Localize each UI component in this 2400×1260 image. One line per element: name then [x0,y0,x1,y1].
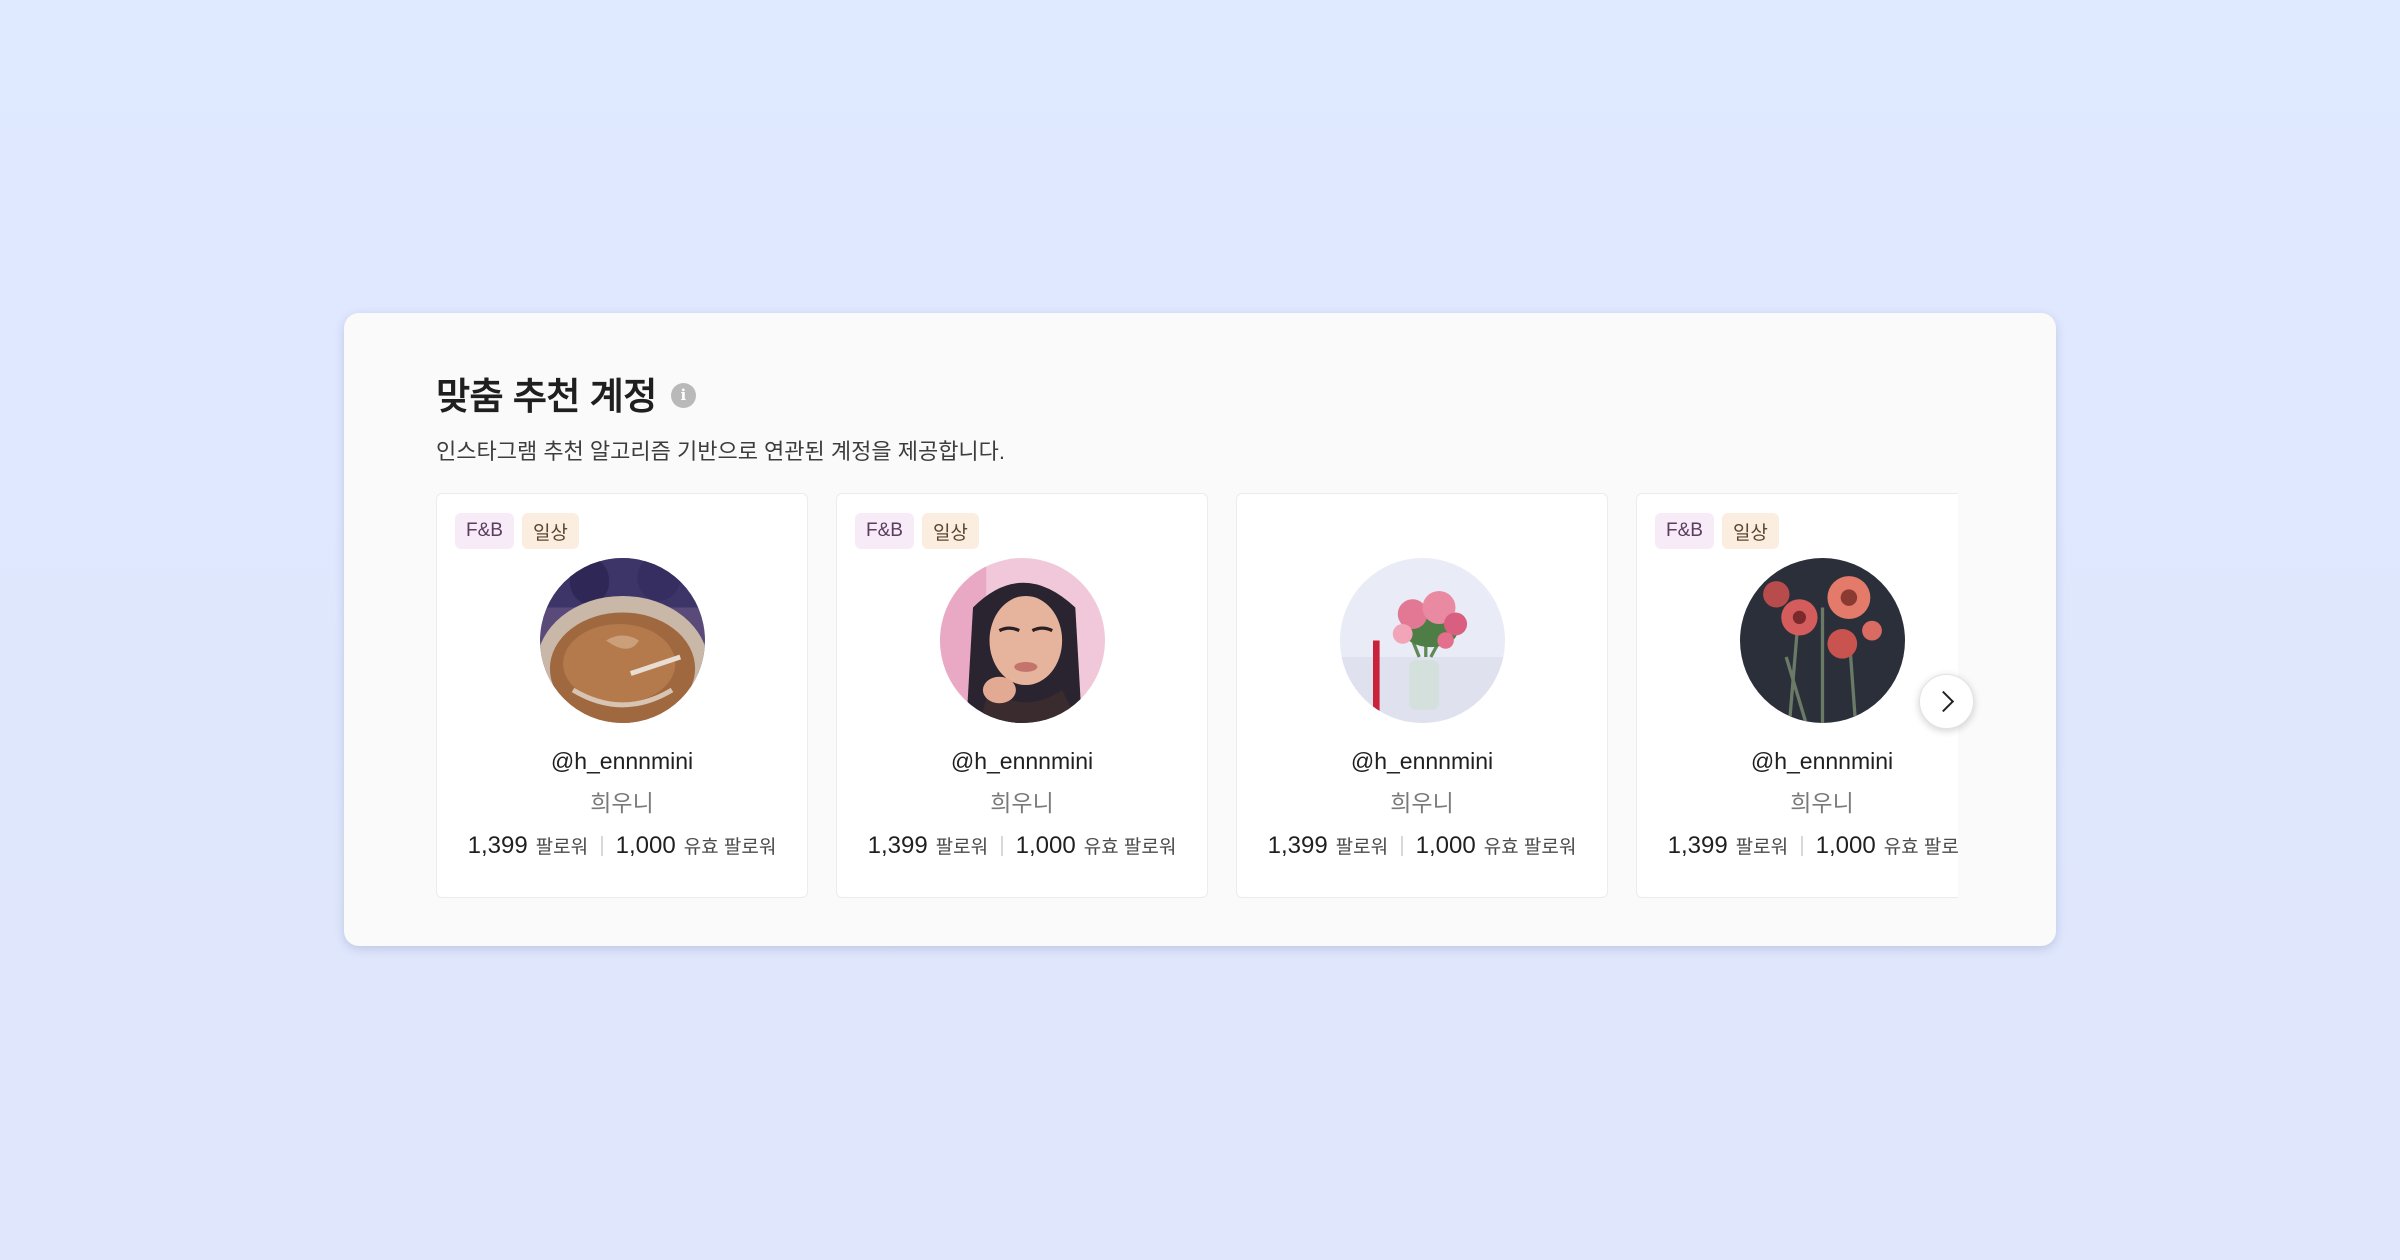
account-name: 희우니 [1390,790,1454,816]
account-card[interactable]: F&B 일상 @h_ennnmini 희우니 1,399 팔로워 1,000 유… [836,493,1208,898]
account-stats: 1,399 팔로워 1,000 유효 팔로워 [1237,832,1607,860]
valid-followers-label: 유효 팔로워 [1083,837,1177,858]
stats-divider [1001,836,1003,856]
tag-list: F&B 일상 [1655,513,1779,549]
tag-daily: 일상 [921,513,979,549]
carousel-next-button[interactable] [1919,674,1974,729]
tag-fnb: F&B [855,513,914,549]
account-handle[interactable]: @h_ennnmini [1637,748,1958,775]
tag-list: F&B 일상 [455,513,579,549]
tag-list: F&B 일상 [855,513,979,549]
account-card[interactable]: F&B 일상 @h_ennnmini 희우니 1,399 팔로워 1,000 유… [436,493,808,898]
avatar[interactable] [1740,558,1905,723]
stats-divider [601,836,603,856]
valid-followers-label: 유효 팔로워 [1483,837,1577,858]
tag-fnb: F&B [1655,513,1714,549]
followers-label: 팔로워 [1735,837,1789,858]
tag-daily: 일상 [521,513,579,549]
followers-count: 1,399 [867,832,928,859]
chevron-right-icon [1932,690,1954,713]
valid-followers-label: 유효 팔로워 [683,837,777,858]
account-carousel: F&B 일상 @h_ennnmini 희우니 1,399 팔로워 1,000 유… [436,493,1958,899]
recommended-accounts-panel: 맞춤 추천 계정 i 인스타그램 추천 알고리즘 기반으로 연관된 계정을 제공… [344,313,2056,946]
tag-daily: 일상 [1721,513,1779,549]
account-handle[interactable]: @h_ennnmini [437,748,807,775]
account-name: 희우니 [1790,790,1854,816]
followers-count: 1,399 [1667,832,1728,859]
avatar[interactable] [940,558,1105,723]
account-name: 희우니 [990,790,1054,816]
account-stats: 1,399 팔로워 1,000 유효 팔로워 [437,832,807,860]
account-handle[interactable]: @h_ennnmini [1237,748,1607,775]
valid-followers-count: 1,000 [1415,832,1476,859]
tag-fnb: F&B [455,513,514,549]
account-handle[interactable]: @h_ennnmini [837,748,1207,775]
section-subtitle: 인스타그램 추천 알고리즘 기반으로 연관된 계정을 제공합니다. [436,439,1006,464]
account-card[interactable]: @h_ennnmini 희우니 1,399 팔로워 1,000 유효 팔로워 [1236,493,1608,898]
carousel-track: F&B 일상 @h_ennnmini 희우니 1,399 팔로워 1,000 유… [436,493,1958,898]
account-stats: 1,399 팔로워 1,000 유효 팔로워 [1637,832,1958,860]
info-icon[interactable]: i [670,382,696,408]
account-stats: 1,399 팔로워 1,000 유효 팔로워 [837,832,1207,860]
avatar[interactable] [540,558,705,723]
followers-label: 팔로워 [935,837,989,858]
valid-followers-count: 1,000 [1015,832,1076,859]
account-card[interactable]: F&B 일상 @h_ennnmini 희우니 1,399 팔로워 1,000 유… [1636,493,1958,898]
section-header: 맞춤 추천 계정 i [436,366,696,420]
account-name: 희우니 [590,790,654,816]
stats-divider [1801,836,1803,856]
section-title: 맞춤 추천 계정 [436,376,657,417]
avatar[interactable] [1340,558,1505,723]
coffee-cup-photo [540,558,705,723]
followers-label: 팔로워 [1335,837,1389,858]
dark-flowers-photo [1740,558,1905,723]
stats-divider [1401,836,1403,856]
valid-followers-count: 1,000 [615,832,676,859]
portrait-photo [940,558,1105,723]
valid-followers-label: 유효 팔로워 [1883,837,1958,858]
valid-followers-count: 1,000 [1815,832,1876,859]
followers-label: 팔로워 [535,837,589,858]
flower-vase-photo [1340,558,1505,723]
followers-count: 1,399 [467,832,528,859]
followers-count: 1,399 [1267,832,1328,859]
